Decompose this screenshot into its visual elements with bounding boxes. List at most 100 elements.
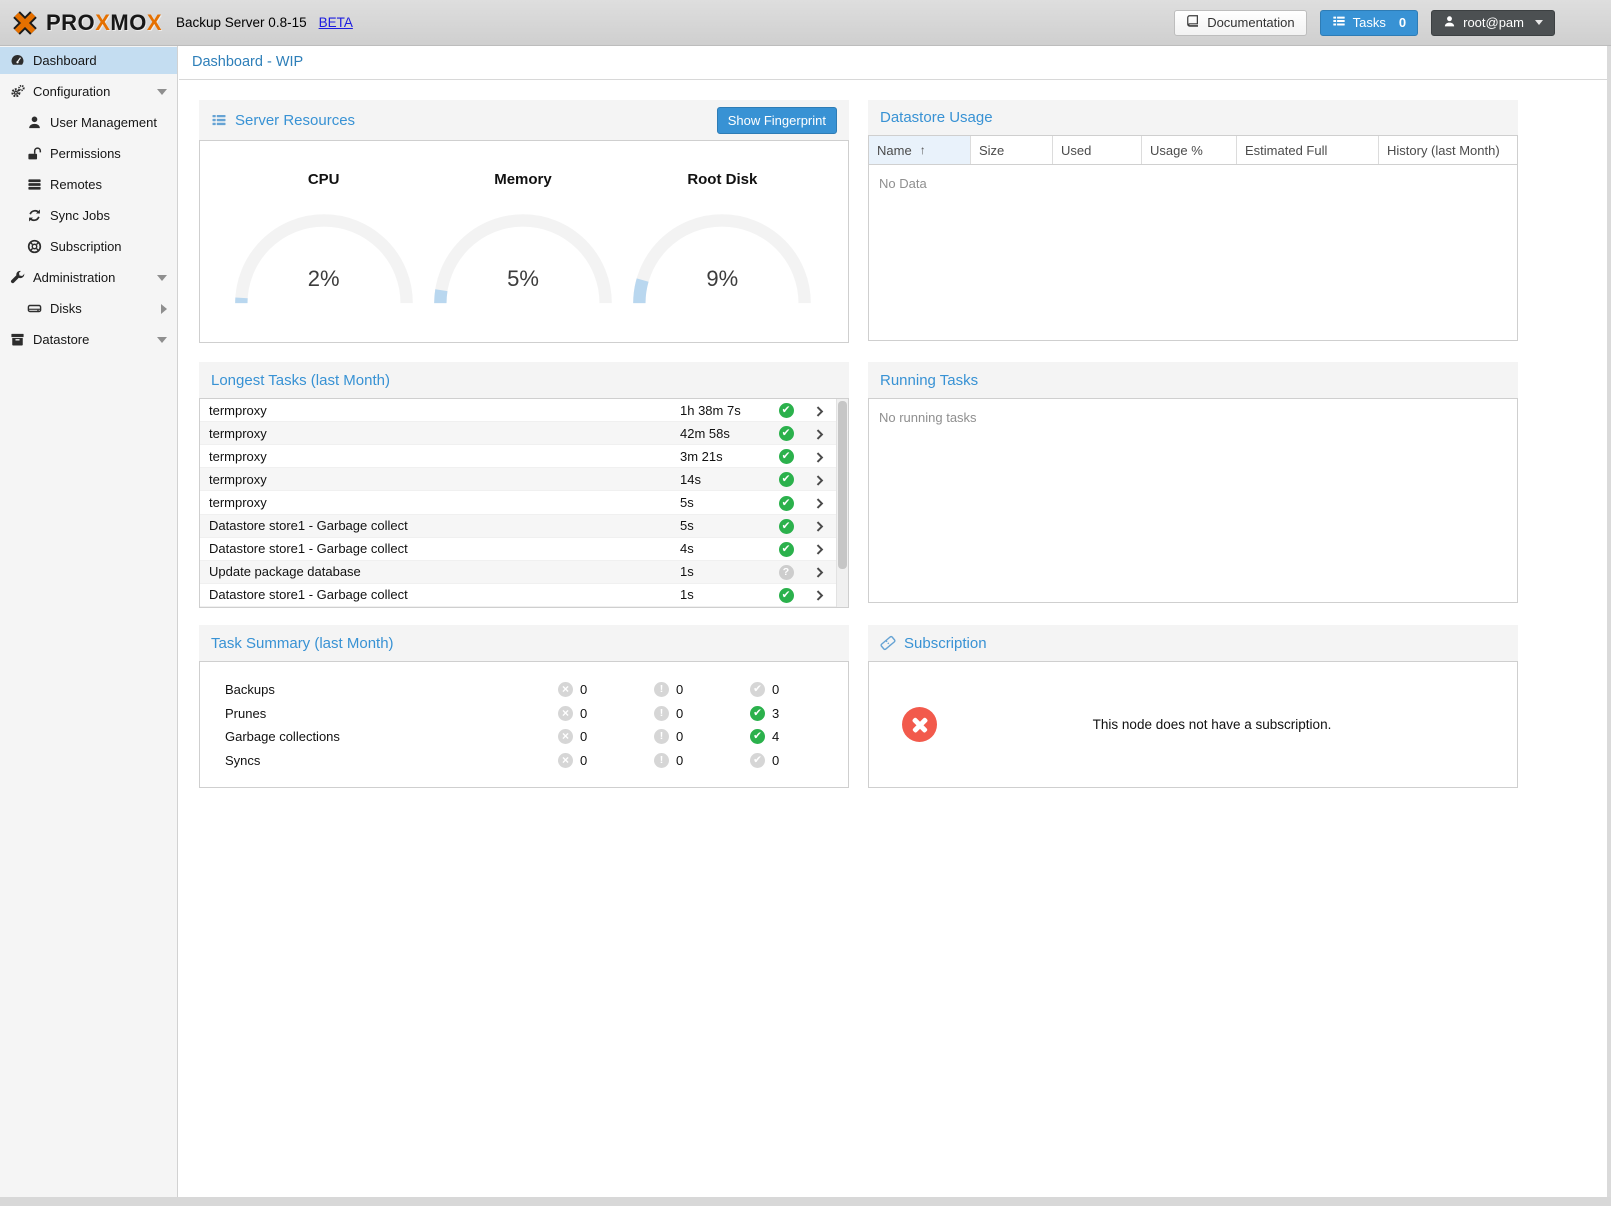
panel-title: Running Tasks: [880, 372, 978, 389]
collapse-caret-icon: [157, 275, 167, 281]
sidebar-item-user-management[interactable]: User Management: [0, 109, 177, 136]
task-row[interactable]: Update package database1s: [200, 561, 836, 584]
ticket-icon: [880, 635, 896, 651]
task-row[interactable]: termproxy1h 38m 7s: [200, 399, 836, 422]
brand-word: PROXMOX: [46, 10, 162, 36]
root-disk-percent: 9%: [627, 266, 817, 292]
expand-caret-icon: [161, 304, 167, 314]
status-unknown-icon: [779, 565, 794, 580]
no-running-tasks-text: No running tasks: [869, 399, 1517, 436]
open-task-button[interactable]: [802, 495, 836, 510]
main-content: Dashboard - WIP Server Resources Show Fi…: [179, 46, 1607, 1197]
warning-count-icon: [654, 729, 669, 744]
user-icon: [27, 115, 42, 130]
tasks-button[interactable]: Tasks 0: [1320, 10, 1418, 36]
user-icon: [1443, 15, 1456, 31]
open-task-button[interactable]: [802, 472, 836, 487]
open-task-button[interactable]: [802, 449, 836, 464]
sidebar-item-subscription[interactable]: Subscription: [0, 233, 177, 260]
column-header-size[interactable]: Size: [971, 136, 1053, 164]
error-count-icon: [558, 753, 573, 768]
task-row[interactable]: termproxy14s: [200, 468, 836, 491]
summary-row-garbage-collections: Garbage collections 0 0 4: [200, 725, 848, 749]
tasks-count-badge: 0: [1399, 15, 1406, 30]
scrollbar-thumb[interactable]: [838, 401, 847, 569]
status-ok-icon: [779, 472, 794, 487]
warning-count-icon: [654, 682, 669, 697]
user-menu-button[interactable]: root@pam: [1431, 10, 1555, 36]
longest-tasks-panel: Longest Tasks (last Month) termproxy1h 3…: [199, 362, 849, 608]
task-summary-panel: Task Summary (last Month) Backups 0 0 0 …: [199, 625, 849, 788]
summary-row-prunes: Prunes 0 0 3: [200, 702, 848, 726]
task-row[interactable]: termproxy42m 58s: [200, 422, 836, 445]
column-header-usage[interactable]: Usage %: [1142, 136, 1237, 164]
documentation-button[interactable]: Documentation: [1174, 10, 1306, 36]
book-icon: [1186, 14, 1200, 31]
sidebar-item-configuration[interactable]: Configuration: [0, 78, 177, 105]
open-task-button[interactable]: [802, 426, 836, 441]
task-row[interactable]: Datastore store1 - Garbage collect4s: [200, 538, 836, 561]
wrench-icon: [10, 270, 25, 285]
open-task-button[interactable]: [802, 518, 836, 533]
open-task-button[interactable]: [802, 403, 836, 418]
sidebar-item-permissions[interactable]: Permissions: [0, 140, 177, 167]
column-header-used[interactable]: Used: [1053, 136, 1142, 164]
ok-count-icon: [750, 729, 765, 744]
task-row[interactable]: termproxy5s: [200, 491, 836, 514]
panel-title: Longest Tasks (last Month): [211, 372, 390, 389]
status-ok-icon: [779, 588, 794, 603]
bottom-edge-strip: [0, 1197, 1611, 1206]
brand: PROXMOX Backup Server 0.8-15 BETA: [10, 8, 353, 38]
panel-title: Task Summary (last Month): [211, 635, 394, 652]
column-header-history[interactable]: History (last Month): [1379, 136, 1517, 164]
column-header-name[interactable]: Name↑: [869, 136, 971, 164]
sidebar-item-remotes[interactable]: Remotes: [0, 171, 177, 198]
table-header: Name↑ Size Used Usage % Estimated Full H…: [869, 136, 1517, 165]
open-task-button[interactable]: [802, 541, 836, 556]
beta-link[interactable]: BETA: [319, 15, 353, 30]
archive-icon: [10, 332, 25, 347]
sidebar-item-disks[interactable]: Disks: [0, 295, 177, 322]
unlock-icon: [27, 146, 42, 161]
warning-count-icon: [654, 753, 669, 768]
topbar: PROXMOX Backup Server 0.8-15 BETA Docume…: [0, 0, 1611, 46]
refresh-icon: [27, 208, 42, 223]
task-row[interactable]: Datastore store1 - Garbage collect1s: [200, 584, 836, 607]
sidebar-item-datastore[interactable]: Datastore: [0, 326, 177, 353]
topbar-actions: Documentation Tasks 0 root@pam: [1174, 10, 1555, 36]
error-count-icon: [558, 682, 573, 697]
task-row[interactable]: Datastore store1 - Garbage collect5s: [200, 515, 836, 538]
sidebar-item-sync-jobs[interactable]: Sync Jobs: [0, 202, 177, 229]
life-ring-icon: [27, 239, 42, 254]
memory-gauge: Memory 5%: [423, 171, 622, 307]
chevron-down-icon: [1535, 20, 1543, 25]
page-title: Dashboard - WIP: [179, 46, 1607, 79]
sidebar-item-administration[interactable]: Administration: [0, 264, 177, 291]
status-ok-icon: [779, 519, 794, 534]
right-edge-strip: [1607, 46, 1611, 1197]
show-fingerprint-button[interactable]: Show Fingerprint: [717, 107, 837, 134]
status-ok-icon: [779, 449, 794, 464]
proxmox-logo-icon: [10, 8, 40, 38]
ok-count-icon: [750, 706, 765, 721]
open-task-button[interactable]: [802, 564, 836, 579]
no-subscription-icon: [902, 707, 937, 742]
resources-list-icon: [211, 112, 227, 128]
hdd-icon: [27, 301, 42, 316]
sidebar-item-dashboard[interactable]: Dashboard: [0, 47, 177, 74]
cpu-gauge: CPU 2%: [224, 171, 423, 307]
task-list-icon: [1332, 14, 1346, 31]
sidebar: Dashboard Configuration User Management …: [0, 46, 178, 1197]
summary-row-syncs: Syncs 0 0 0: [200, 749, 848, 773]
memory-percent: 5%: [428, 266, 618, 292]
collapse-caret-icon: [157, 89, 167, 95]
open-task-button[interactable]: [802, 587, 836, 602]
scrollbar[interactable]: [836, 399, 848, 607]
longest-tasks-list: termproxy1h 38m 7s termproxy42m 58s term…: [200, 399, 836, 607]
column-header-estimated-full[interactable]: Estimated Full: [1237, 136, 1379, 164]
product-subtitle: Backup Server 0.8-15: [176, 15, 307, 30]
task-row[interactable]: termproxy3m 21s: [200, 445, 836, 468]
cpu-percent: 2%: [229, 266, 419, 292]
subscription-panel: Subscription This node does not have a s…: [868, 625, 1518, 788]
warning-count-icon: [654, 706, 669, 721]
